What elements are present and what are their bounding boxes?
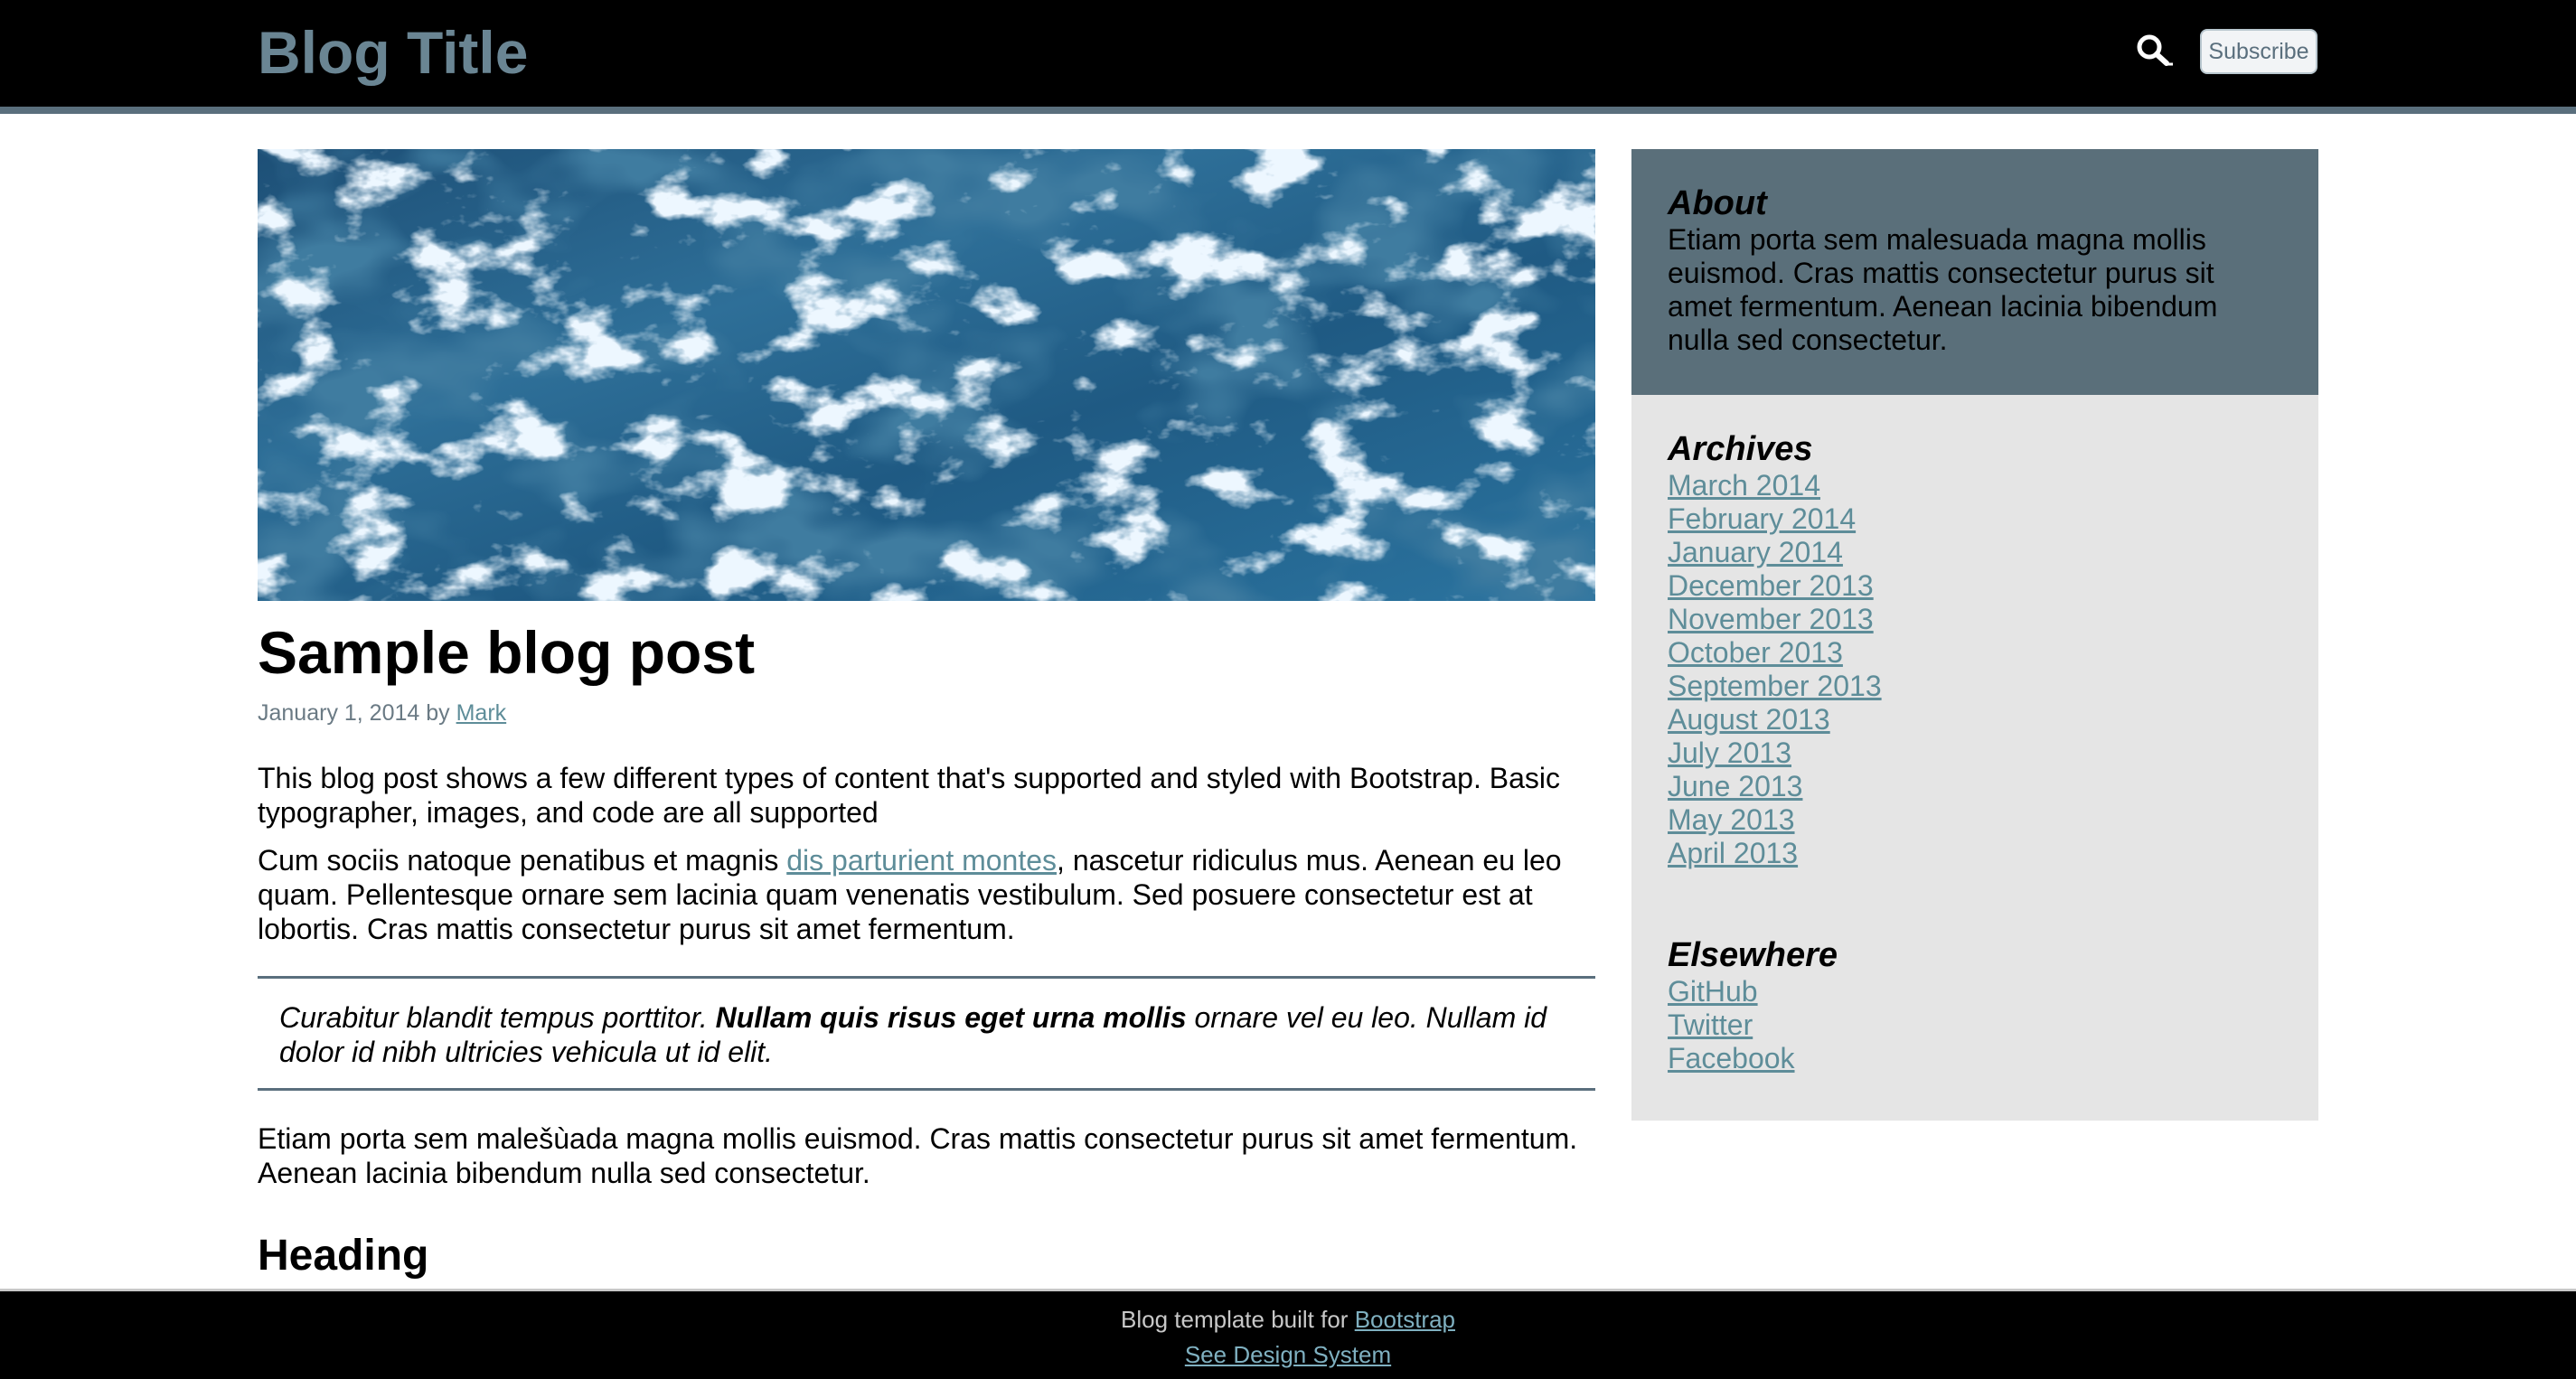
- footer-design-system: See Design System: [0, 1340, 2576, 1369]
- facebook-link[interactable]: Facebook: [1668, 1042, 1795, 1074]
- list-item: August 2013: [1668, 703, 2282, 736]
- elsewhere-list: GitHub Twitter Facebook: [1668, 975, 2282, 1075]
- list-item: GitHub: [1668, 975, 2282, 1008]
- list-item: February 2014: [1668, 502, 2282, 536]
- twitter-link[interactable]: Twitter: [1668, 1008, 1753, 1041]
- archive-link[interactable]: September 2013: [1668, 670, 1882, 702]
- list-item: May 2013: [1668, 803, 2282, 837]
- archives-heading: Archives: [1668, 430, 1813, 468]
- archive-link[interactable]: January 2014: [1668, 536, 1843, 568]
- hero-image: [258, 149, 1595, 601]
- about-text: Etiam porta sem malesuada magna mollis e…: [1668, 223, 2218, 356]
- bootstrap-link[interactable]: Bootstrap: [1355, 1306, 1455, 1333]
- footer-credit: Blog template built for Bootstrap: [0, 1305, 2576, 1334]
- archives-list: March 2014 February 2014 January 2014 De…: [1668, 469, 2282, 870]
- archive-link[interactable]: March 2014: [1668, 469, 1820, 502]
- list-item: January 2014: [1668, 536, 2282, 569]
- list-item: October 2013: [1668, 636, 2282, 670]
- archive-link[interactable]: May 2013: [1668, 803, 1795, 836]
- github-link[interactable]: GitHub: [1668, 975, 1758, 1008]
- design-system-link[interactable]: See Design System: [1185, 1341, 1391, 1368]
- archive-link[interactable]: October 2013: [1668, 636, 1843, 669]
- list-item: July 2013: [1668, 736, 2282, 770]
- site-header: Blog Title Subscribe: [0, 0, 2576, 114]
- post-author-link[interactable]: Mark: [456, 700, 507, 726]
- post-blockquote: Curabitur blandit tempus porttitor. Null…: [258, 976, 1595, 1091]
- post-paragraph-3: Etiam porta sem malešùada magna mollis e…: [258, 1122, 1578, 1189]
- post-title: Sample blog post: [258, 619, 756, 686]
- site-footer: Blog template built for Bootstrap See De…: [0, 1289, 2576, 1379]
- archive-link[interactable]: November 2013: [1668, 603, 1874, 635]
- archive-link[interactable]: December 2013: [1668, 569, 1874, 602]
- footer-credit-text: Blog template built for: [1121, 1306, 1355, 1333]
- elsewhere-heading: Elsewhere: [1668, 936, 1838, 974]
- list-item: Facebook: [1668, 1042, 2282, 1075]
- p2-inline-link[interactable]: dis parturient montes: [786, 844, 1057, 877]
- quote-bold-text: Nullam quis risus eget urna mollis: [715, 1001, 1187, 1034]
- list-item: April 2013: [1668, 837, 2282, 870]
- archive-link[interactable]: February 2014: [1668, 502, 1856, 535]
- sidebar-links: Archives March 2014 February 2014 Januar…: [1631, 395, 2318, 1121]
- archive-link[interactable]: June 2013: [1668, 770, 1802, 802]
- list-item: December 2013: [1668, 569, 2282, 603]
- archive-link[interactable]: July 2013: [1668, 736, 1791, 769]
- post-meta: January 1, 2014 by Mark: [258, 699, 506, 727]
- subscribe-button[interactable]: Subscribe: [2200, 29, 2317, 74]
- post-paragraph-1: This blog post shows a few different typ…: [258, 762, 1560, 829]
- post-paragraph-2: Cum sociis natoque penatibus et magnis d…: [258, 843, 1595, 946]
- list-item: June 2013: [1668, 770, 2282, 803]
- quote-text-before: Curabitur blandit tempus porttitor.: [279, 1001, 716, 1034]
- list-item: November 2013: [1668, 603, 2282, 636]
- archive-link[interactable]: August 2013: [1668, 703, 1830, 736]
- list-item: September 2013: [1668, 670, 2282, 703]
- archive-link[interactable]: April 2013: [1668, 837, 1798, 869]
- section-heading: Heading: [258, 1232, 429, 1280]
- search-icon[interactable]: [2135, 33, 2175, 69]
- list-item: Twitter: [1668, 1008, 2282, 1042]
- sidebar-about: About Etiam porta sem malesuada magna mo…: [1631, 149, 2318, 395]
- post-by: by: [426, 700, 450, 726]
- blog-title[interactable]: Blog Title: [258, 16, 528, 89]
- about-heading: About: [1668, 184, 1767, 222]
- list-item: March 2014: [1668, 469, 2282, 502]
- p2-text-before: Cum sociis natoque penatibus et magnis: [258, 844, 787, 877]
- post-date: January 1, 2014: [258, 700, 420, 726]
